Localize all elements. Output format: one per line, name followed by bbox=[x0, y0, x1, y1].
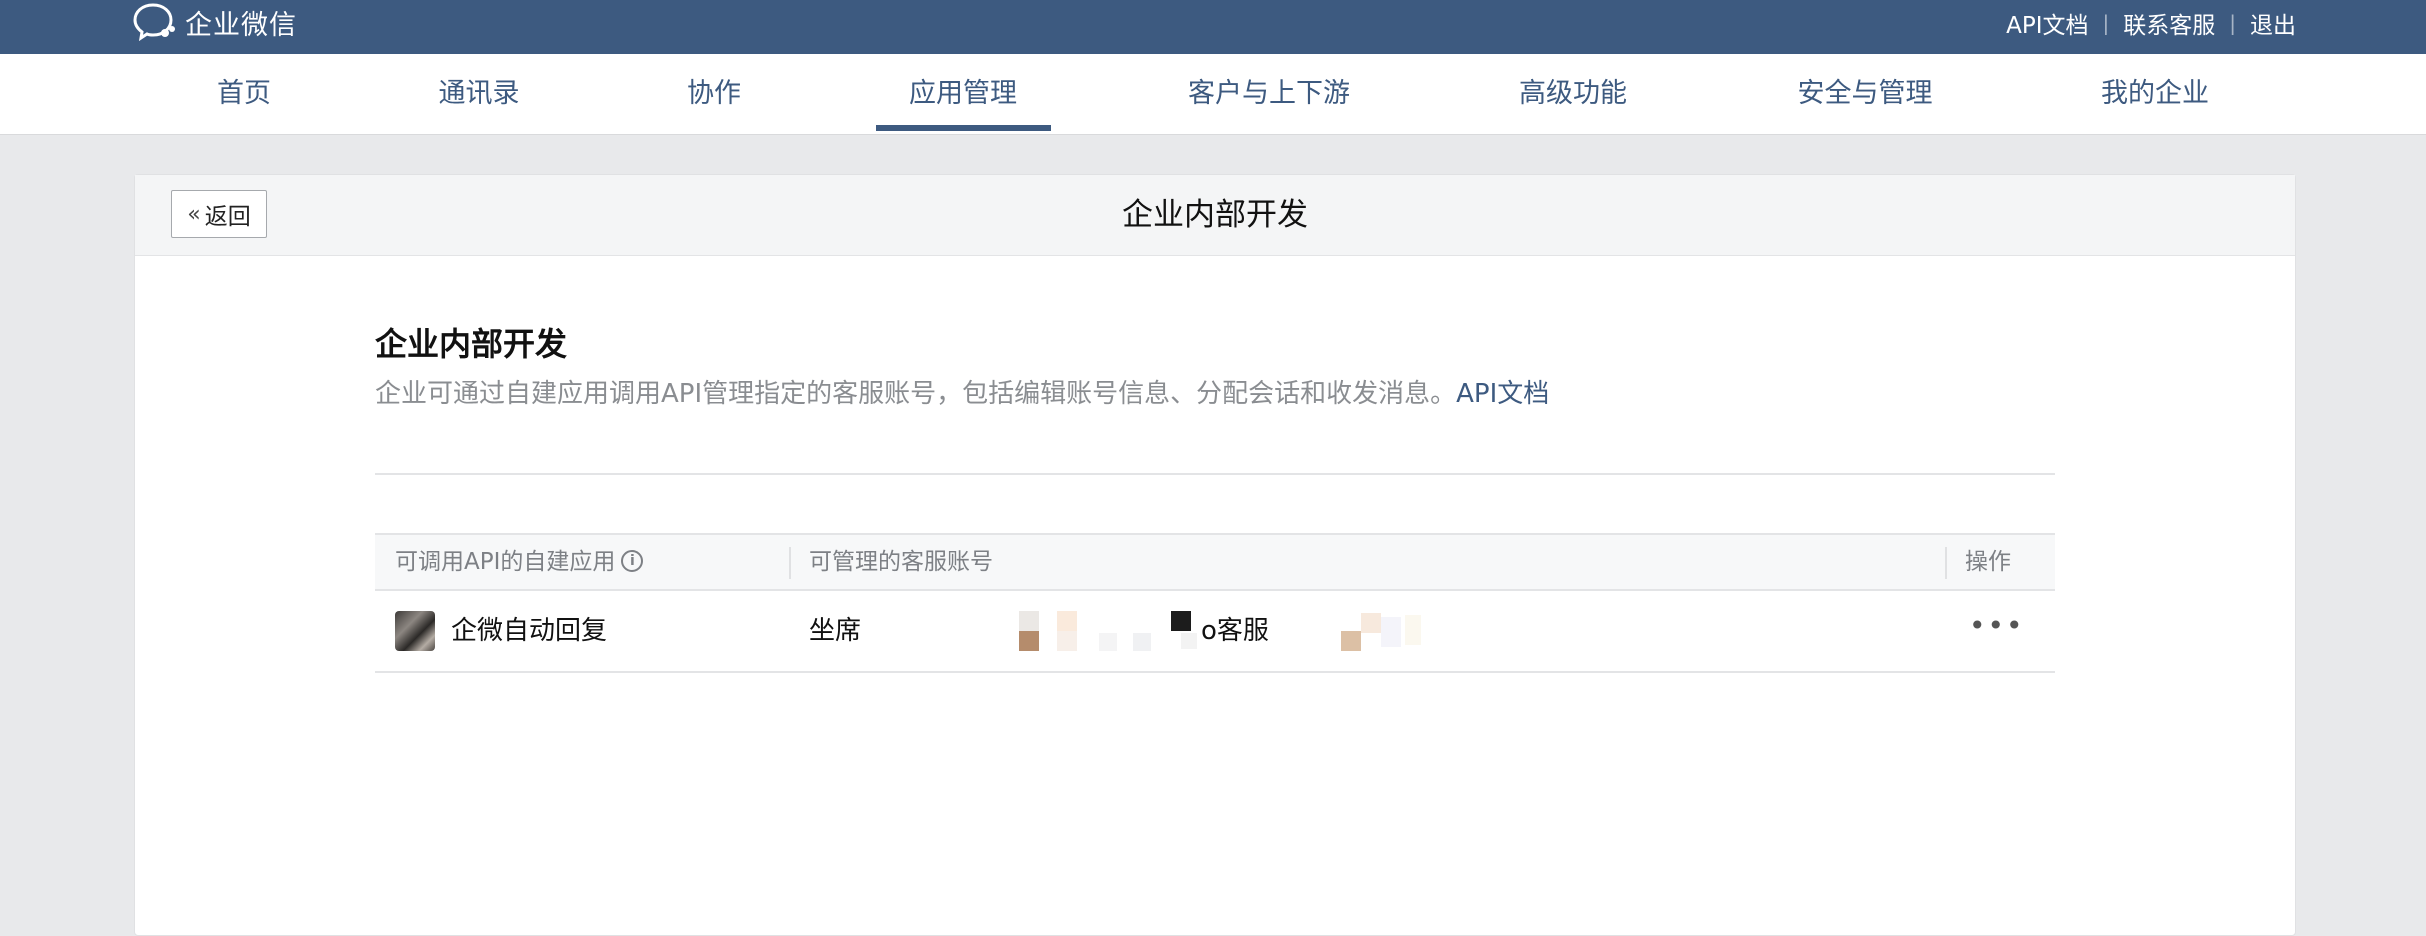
nav-item-home[interactable]: 首页 bbox=[217, 54, 271, 134]
section-description: 企业可通过自建应用调用API管理指定的客服账号，包括编辑账号信息、分配会话和收发… bbox=[375, 373, 1549, 410]
main-nav: 首页 通讯录 协作 应用管理 客户与上下游 高级功能 安全与管理 我的企业 bbox=[0, 54, 2426, 135]
logo-text: 企业微信 bbox=[185, 9, 297, 41]
nav-item-collaboration[interactable]: 协作 bbox=[687, 54, 741, 134]
description-text: 企业可通过自建应用调用API管理指定的客服账号，包括编辑账号信息、分配会话和收发… bbox=[375, 379, 1457, 409]
card-header: 企业内部开发 « 返回 bbox=[135, 175, 2295, 256]
app-name[interactable]: 企微自动回复 bbox=[451, 591, 607, 671]
more-dots-icon[interactable]: ••• bbox=[1969, 591, 2025, 671]
active-tab-indicator bbox=[876, 125, 1051, 131]
column-separator bbox=[1945, 547, 1947, 579]
app-avatar bbox=[395, 611, 435, 651]
header-app-label: 可调用API的自建应用 bbox=[395, 549, 616, 575]
info-icon[interactable]: i bbox=[621, 549, 644, 572]
double-chevron-left-icon: « bbox=[187, 201, 201, 227]
account-prefix: 坐席 bbox=[809, 616, 862, 646]
nav-item-my-company[interactable]: 我的企业 bbox=[2101, 54, 2209, 134]
table-row: 企微自动回复 坐席 o客服 ••• bbox=[375, 591, 2055, 673]
accounts-cell: 坐席 bbox=[809, 591, 861, 671]
header-app: 可调用API的自建应用 i bbox=[395, 535, 644, 589]
separator: | bbox=[2229, 11, 2236, 35]
page-title: 企业内部开发 bbox=[1122, 197, 1308, 233]
separator: | bbox=[2102, 11, 2110, 35]
app-table: 可调用API的自建应用 i 可管理的客服账号 操作 企微自动回复 坐席 o客服 … bbox=[375, 533, 2055, 673]
back-button-label: 返回 bbox=[204, 204, 251, 230]
chat-bubble-icon bbox=[133, 2, 177, 42]
api-docs-inline-link[interactable]: API文档 bbox=[1456, 379, 1549, 409]
header-actions: 操作 bbox=[1965, 549, 2011, 575]
account-suffix: o客服 bbox=[1201, 616, 1269, 646]
top-bar: 企业微信 API文档 | 联系客服 | 退出 bbox=[0, 0, 2426, 54]
back-button[interactable]: « 返回 bbox=[171, 190, 267, 238]
nav-item-customers[interactable]: 客户与上下游 bbox=[1188, 54, 1350, 134]
nav-item-advanced[interactable]: 高级功能 bbox=[1519, 54, 1627, 134]
nav-item-contacts[interactable]: 通讯录 bbox=[439, 54, 520, 134]
divider bbox=[375, 473, 2055, 475]
nav-item-app-management[interactable]: 应用管理 bbox=[909, 54, 1017, 134]
column-separator bbox=[789, 547, 791, 579]
support-link[interactable]: 联系客服 bbox=[2123, 6, 2215, 40]
table-header: 可调用API的自建应用 i 可管理的客服账号 操作 bbox=[375, 533, 2055, 591]
logout-link[interactable]: 退出 bbox=[2250, 6, 2296, 40]
nav-item-security[interactable]: 安全与管理 bbox=[1798, 54, 1933, 134]
top-links: API文档 | 联系客服 | 退出 bbox=[2006, 6, 2296, 40]
logo[interactable]: 企业微信 bbox=[133, 2, 297, 42]
header-accounts: 可管理的客服账号 bbox=[809, 549, 993, 575]
content-card: 企业内部开发 « 返回 企业内部开发 企业可通过自建应用调用API管理指定的客服… bbox=[134, 174, 2296, 936]
section-title: 企业内部开发 bbox=[375, 325, 568, 363]
api-docs-link[interactable]: API文档 bbox=[2006, 6, 2088, 40]
